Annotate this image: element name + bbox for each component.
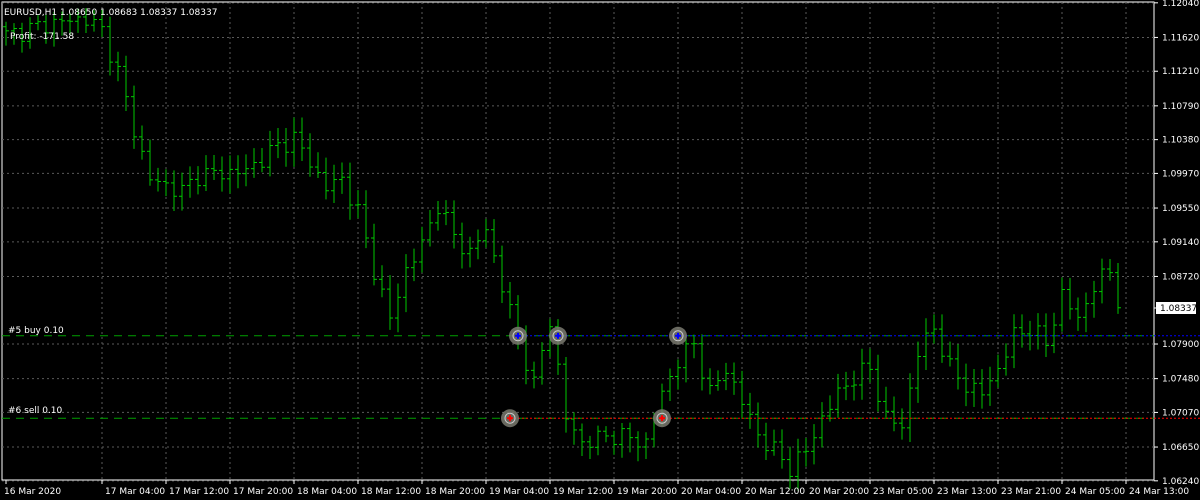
x-tick-label: 17 Mar 12:00 <box>169 487 229 497</box>
x-tick-label: 20 Mar 04:00 <box>681 487 741 497</box>
y-tick-label: 1.12040 <box>1162 0 1199 9</box>
x-tick-label: 17 Mar 20:00 <box>233 487 293 497</box>
x-tick-label: 24 Mar 05:00 <box>1065 487 1125 497</box>
profit-label: Profit: -171.58 <box>10 32 74 42</box>
x-tick-label: 24 Mar 13:00 <box>1129 487 1189 497</box>
y-tick-label: 1.09970 <box>1162 169 1199 179</box>
y-tick-label: 1.07480 <box>1162 375 1199 385</box>
buy-marker <box>509 326 527 345</box>
y-tick-label: 1.10790 <box>1162 102 1199 112</box>
x-tick-label: 23 Mar 05:00 <box>873 487 933 497</box>
price-chart[interactable]: 1.12040 1.11620 1.11210 1.10790 1.10380 1.099… <box>0 0 1200 500</box>
x-tick-label: 23 Mar 21:00 <box>1001 487 1061 497</box>
x-tick-label: 17 Mar 04:00 <box>105 487 165 497</box>
y-tick-label: 1.08720 <box>1162 272 1199 282</box>
y-tick-label: 1.06240 <box>1162 477 1199 487</box>
sell-order-label: #6 sell 0.10 <box>8 406 63 416</box>
y-tick-label: 1.10380 <box>1162 136 1199 146</box>
x-tick-label: 19 Mar 12:00 <box>553 487 613 497</box>
x-tick-label: 20 Mar 12:00 <box>745 487 805 497</box>
x-tick-label: 19 Mar 20:00 <box>617 487 677 497</box>
current-price-label: 1.08337 <box>1160 304 1197 314</box>
y-tick-label: 1.06650 <box>1162 443 1199 453</box>
x-tick-label: 18 Mar 04:00 <box>297 487 357 497</box>
sell-marker <box>653 409 671 428</box>
x-tick-label: 18 Mar 20:00 <box>425 487 485 497</box>
y-tick-label: 1.09140 <box>1162 238 1199 248</box>
sell-marker <box>501 409 519 428</box>
y-tick-label: 1.07900 <box>1162 340 1199 350</box>
buy-order-label: #5 buy 0.10 <box>8 326 64 336</box>
y-tick-label: 1.09550 <box>1162 204 1199 214</box>
chart-background <box>0 0 1200 500</box>
symbol-info: EURUSD,H1 1.08650 1.08683 1.08337 1.0833… <box>4 8 217 18</box>
buy-marker <box>549 326 567 345</box>
buy-marker <box>669 326 687 345</box>
x-tick-label: 19 Mar 04:00 <box>489 487 549 497</box>
x-tick-label: 23 Mar 13:00 <box>937 487 997 497</box>
y-tick-label: 1.11210 <box>1162 67 1199 77</box>
y-tick-label: 1.11620 <box>1162 33 1199 43</box>
x-tick-label: 20 Mar 20:00 <box>809 487 869 497</box>
x-tick-label: 18 Mar 12:00 <box>361 487 421 497</box>
x-tick-label: 16 Mar 2020 <box>4 487 61 497</box>
y-tick-label: 1.07070 <box>1162 408 1199 418</box>
